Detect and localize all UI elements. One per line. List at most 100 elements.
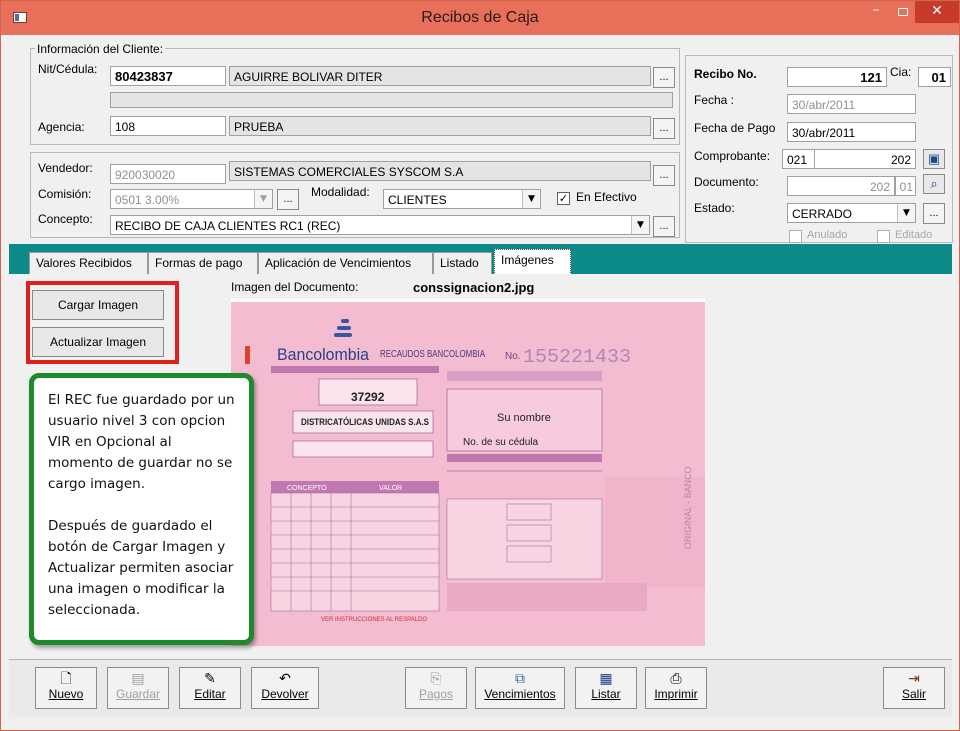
editar-button[interactable]: ✎ Editar <box>179 667 241 709</box>
maximize-icon <box>898 8 908 16</box>
en-efectivo-label: En Efectivo <box>576 190 637 204</box>
modalidad-select[interactable]: CLIENTES <box>383 189 541 209</box>
agencia-name-field[interactable]: PRUEBA <box>229 116 651 136</box>
concepto-select[interactable]: RECIBO DE CAJA CLIENTES RC1 (REC) <box>110 215 650 235</box>
estado-value: CERRADO <box>792 207 853 221</box>
documento-suffix-field[interactable]: 01 <box>895 176 916 196</box>
slip-footer-note: VER INSTRUCCIONES AL RESPALDO <box>321 617 427 623</box>
comprobante-number-field[interactable]: 202 <box>814 149 916 169</box>
comision-label: Comisión: <box>38 187 92 201</box>
slip-empresa: DISTRICATÓLICAS UNIDAS S.A.S <box>301 416 429 427</box>
document-image: Bancolombia RECAUDOS BANCOLOMBIA No. 155… <box>231 299 705 646</box>
exit-icon: ⇥ <box>908 670 920 686</box>
devolver-label: Devolver <box>261 687 309 701</box>
vendedor-label: Vendedor: <box>38 161 93 175</box>
chevron-down-icon[interactable]: ▼ <box>254 190 272 208</box>
imprimir-button[interactable]: ⎙ Imprimir <box>645 667 707 709</box>
cliente-extra-field[interactable] <box>110 92 673 108</box>
chevron-down-icon[interactable]: ▼ <box>522 190 540 208</box>
nuevo-label: Nuevo <box>48 687 84 701</box>
documento-number-field[interactable]: 202 <box>787 176 895 196</box>
anulado-label: Anulado <box>807 229 848 241</box>
close-button[interactable]: ✕ <box>915 1 959 23</box>
slip-codigo: 37292 <box>351 390 385 404</box>
slip-su-nombre: Su nombre <box>497 412 551 424</box>
recibo-label: Recibo No. <box>694 67 757 81</box>
editar-label: Editar <box>194 687 226 701</box>
pagos-label: Pagos <box>418 687 454 701</box>
recibo-number-field[interactable]: 121 <box>787 67 887 87</box>
tab-listado[interactable]: Listado <box>433 252 492 274</box>
concepto-value: RECIBO DE CAJA CLIENTES RC1 (REC) <box>115 219 341 233</box>
undo-icon: ↶ <box>279 670 291 686</box>
annotation-note: El REC fue guardado por un usuario nivel… <box>29 373 254 645</box>
actualizar-imagen-label: Actualizar Imagen <box>49 335 147 349</box>
nit-field[interactable]: 80423837 <box>110 66 226 86</box>
search-doc-icon[interactable]: ▣ <box>923 149 945 169</box>
slip-header: RECAUDOS BANCOLOMBIA <box>380 349 485 360</box>
payment-icon: ⎘ <box>430 670 442 686</box>
slip-valor: VALOR <box>379 485 402 492</box>
minimize-button[interactable]: – <box>863 1 889 23</box>
title-bar[interactable]: Recibos de Caja – ✕ <box>1 1 959 35</box>
anulado-checkbox[interactable] <box>789 230 802 243</box>
comision-lookup-button[interactable]: ... <box>277 189 299 210</box>
fecha-pago-field[interactable]: 30/abr/2011 <box>787 122 916 142</box>
chevron-down-icon[interactable]: ▼ <box>897 204 915 222</box>
comprobante-label: Comprobante: <box>694 149 771 163</box>
tab-imagenes[interactable]: Imágenes <box>494 249 571 275</box>
tab-aplicacion-vencimientos[interactable]: Aplicación de Vencimientos <box>258 252 433 274</box>
modalidad-value: CLIENTES <box>388 193 447 207</box>
note-paragraph-1: El REC fue guardado por un usuario nivel… <box>48 392 235 492</box>
calendar-icon: ▦ <box>599 670 613 686</box>
salir-button[interactable]: ⇥ Salir <box>883 667 945 709</box>
fecha-label: Fecha : <box>694 93 735 107</box>
guardar-button[interactable]: ▤ Guardar <box>107 667 169 709</box>
cargar-imagen-button[interactable]: Cargar Imagen <box>32 290 164 320</box>
maximize-button[interactable] <box>891 1 915 23</box>
pagos-button[interactable]: ⎘ Pagos <box>405 667 467 709</box>
listar-label: Listar <box>591 687 621 701</box>
due-dates-icon: ⧉ <box>515 670 525 686</box>
modalidad-label: Modalidad: <box>311 185 370 199</box>
vendedor-name-field[interactable]: SISTEMAS COMERCIALES SYSCOM S.A <box>229 161 651 181</box>
printer-icon: ⎙ <box>670 670 682 686</box>
fecha-field[interactable]: 30/abr/2011 <box>787 94 916 114</box>
slip-brand: Bancolombia <box>277 345 370 364</box>
concepto-lookup-button[interactable]: ... <box>653 216 675 237</box>
vendedor-lookup-button[interactable]: ... <box>653 165 675 186</box>
salir-label: Salir <box>901 687 926 701</box>
tab-valores-recibidos[interactable]: Valores Recibidos <box>29 252 148 274</box>
cia-field[interactable]: 01 <box>918 67 951 87</box>
cia-label: Cia: <box>890 65 912 79</box>
window-title: Recibos de Caja <box>421 9 539 26</box>
estado-lookup-button[interactable]: ... <box>923 203 945 224</box>
agencia-lookup-button[interactable]: ... <box>653 118 675 139</box>
cliente-lookup-button[interactable]: ... <box>653 67 675 88</box>
comision-select[interactable]: 0501 3.00% <box>110 189 273 209</box>
chevron-down-icon[interactable]: ▼ <box>631 216 649 234</box>
vencimientos-button[interactable]: ⧉ Vencimientos <box>475 667 565 709</box>
vendedor-code-field[interactable]: 920030020 <box>110 164 226 184</box>
note-paragraph-2: Después de guardado el botón de Cargar I… <box>48 518 234 618</box>
imagen-filename: conssignacion2.jpg <box>413 280 535 295</box>
actualizar-imagen-button[interactable]: Actualizar Imagen <box>32 327 164 357</box>
magnifier-icon[interactable]: ⌕ <box>923 174 945 194</box>
listar-button[interactable]: ▦ Listar <box>575 667 637 709</box>
nuevo-button[interactable]: 🗋 Nuevo <box>35 667 97 709</box>
comprobante-code-field[interactable]: 021 <box>782 149 814 169</box>
cargar-imagen-label: Cargar Imagen <box>57 298 139 312</box>
cliente-group-label: Información del Cliente: <box>35 42 166 56</box>
new-document-icon: 🗋 <box>60 670 72 686</box>
cliente-name-field[interactable]: AGUIRRE BOLIVAR DITER <box>229 66 651 86</box>
en-efectivo-checkbox[interactable]: ✓ <box>557 192 570 205</box>
agencia-code-field[interactable]: 108 <box>110 116 226 136</box>
estado-label: Estado: <box>694 201 735 215</box>
devolver-button[interactable]: ↶ Devolver <box>251 667 319 709</box>
editado-checkbox[interactable] <box>877 230 890 243</box>
bank-slip-drawing: Bancolombia RECAUDOS BANCOLOMBIA No. 155… <box>231 299 705 646</box>
agencia-label: Agencia: <box>38 120 85 134</box>
tab-formas-de-pago[interactable]: Formas de pago <box>148 252 258 274</box>
slip-number-prefix: No. <box>505 351 521 362</box>
nit-label: Nit/Cédula: <box>38 62 98 76</box>
